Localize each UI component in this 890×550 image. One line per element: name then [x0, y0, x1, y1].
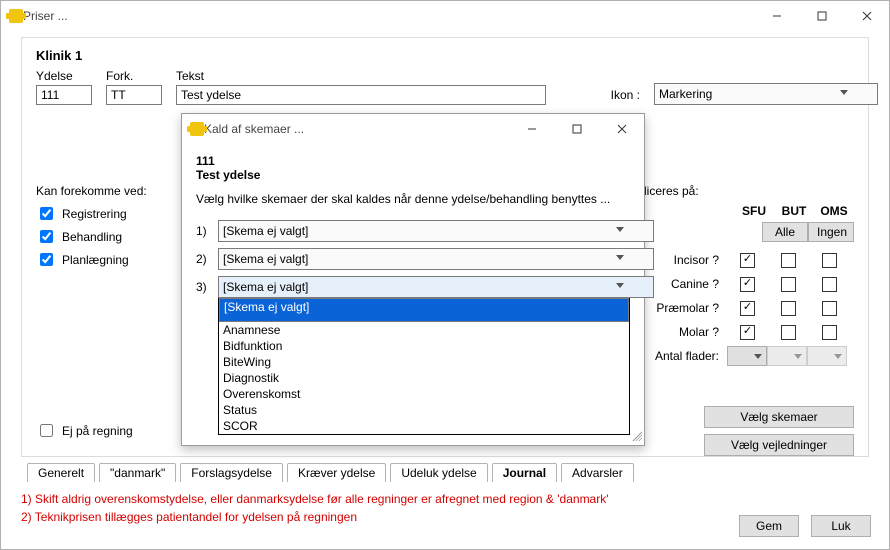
cb-praemolar-sfu[interactable]: [740, 301, 755, 316]
vaelg-skemaer-button[interactable]: Vælg skemaer: [704, 406, 854, 428]
opt-bidfunktion[interactable]: Bidfunktion: [219, 338, 629, 354]
row-incisor: Incisor ?: [644, 248, 854, 272]
main-window: Priser ... Klinik 1 Ydelse Fork. Tekst: [0, 0, 890, 550]
chk-behandling[interactable]: Behandling: [36, 227, 147, 246]
row-antal: Antal flader:: [644, 344, 854, 368]
gem-button[interactable]: Gem: [739, 515, 799, 537]
tabs: Generelt "danmark" Forslagsydelse Kræver…: [21, 463, 869, 482]
clinic-title: Klinik 1: [36, 48, 854, 63]
maximize-button[interactable]: [799, 1, 844, 31]
row-molar: Molar ?: [644, 320, 854, 344]
tekst-input[interactable]: [176, 85, 546, 105]
modal-minimize-button[interactable]: [509, 114, 554, 144]
col-sfu: SFU: [734, 204, 774, 218]
skema-select-2[interactable]: [218, 248, 654, 270]
cb-molar-sfu[interactable]: [740, 325, 755, 340]
close-button[interactable]: [844, 1, 889, 31]
note-1: 1) Skift aldrig overenskomstydelse, elle…: [21, 490, 869, 508]
chk-planlaegning[interactable]: Planlægning: [36, 250, 147, 269]
chk-registrering[interactable]: Registrering: [36, 204, 147, 223]
cb-incisor-but[interactable]: [781, 253, 796, 268]
antal-oms: [807, 346, 847, 366]
modal-close-button[interactable]: [599, 114, 644, 144]
row2-label: 2): [196, 252, 210, 266]
chk-ej-regning[interactable]: Ej på regning: [36, 421, 133, 440]
cb-molar-but[interactable]: [781, 325, 796, 340]
ikon-select[interactable]: [654, 83, 878, 105]
tekst-label: Tekst: [176, 69, 546, 83]
tab-journal[interactable]: Journal: [492, 463, 557, 482]
btn-alle[interactable]: Alle: [762, 222, 808, 242]
opt-scor[interactable]: SCOR: [219, 418, 629, 434]
cb-canine-sfu[interactable]: [740, 277, 755, 292]
modal-title: Kald af skemaer ...: [204, 122, 304, 136]
ikon-label: Ikon :: [611, 88, 640, 105]
ydelse-input[interactable]: [36, 85, 92, 105]
tab-forslag[interactable]: Forslagsydelse: [180, 463, 283, 482]
opt-anamnese[interactable]: Anamnese: [219, 322, 629, 338]
ydelse-label: Ydelse: [36, 69, 92, 83]
modal-desc: Vælg hvilke skemaer der skal kaldes når …: [196, 192, 630, 206]
col-but: BUT: [774, 204, 814, 218]
cb-canine-but[interactable]: [781, 277, 796, 292]
cb-incisor-oms[interactable]: [822, 253, 837, 268]
forekom-label: Kan forekomme ved:: [36, 184, 147, 198]
tab-kraever[interactable]: Kræver ydelse: [287, 463, 386, 482]
fork-input[interactable]: [106, 85, 162, 105]
fork-label: Fork.: [106, 69, 162, 83]
opt-bitewing[interactable]: BiteWing: [219, 354, 629, 370]
antal-sfu[interactable]: [727, 346, 767, 366]
titlebar: Priser ...: [1, 1, 889, 31]
tab-generelt[interactable]: Generelt: [27, 463, 95, 482]
modal-kald-skemaer: Kald af skemaer ... 111 Test ydelse Vælg…: [181, 113, 645, 446]
modal-app-icon: [190, 122, 204, 136]
row-praemolar: Præmolar ?: [644, 296, 854, 320]
row3-label: 3): [196, 280, 210, 294]
cb-incisor-sfu[interactable]: [740, 253, 755, 268]
cb-canine-oms[interactable]: [822, 277, 837, 292]
window-title: Priser ...: [23, 9, 68, 23]
cb-molar-oms[interactable]: [822, 325, 837, 340]
minimize-button[interactable]: [754, 1, 799, 31]
skema-dropdown[interactable]: [Skema ej valgt] Anamnese Bidfunktion Bi…: [218, 298, 630, 435]
app-icon: [9, 9, 23, 23]
luk-button[interactable]: Luk: [811, 515, 871, 537]
skema-select-1[interactable]: [218, 220, 654, 242]
tab-udeluk[interactable]: Udeluk ydelse: [390, 463, 487, 482]
cb-praemolar-but[interactable]: [781, 301, 796, 316]
modal-service: Test ydelse: [196, 168, 630, 182]
row-canine: Canine ?: [644, 272, 854, 296]
resize-grip-icon[interactable]: [630, 429, 642, 441]
tab-danmark[interactable]: "danmark": [99, 463, 176, 482]
opt-diagnostik[interactable]: Diagnostik: [219, 370, 629, 386]
row1-label: 1): [196, 224, 210, 238]
btn-ingen[interactable]: Ingen: [808, 222, 854, 242]
vaelg-vejl-button[interactable]: Vælg vejledninger: [704, 434, 854, 456]
opt-status[interactable]: Status: [219, 402, 629, 418]
appl-label: liceres på:: [644, 184, 854, 198]
antal-but: [767, 346, 807, 366]
modal-maximize-button[interactable]: [554, 114, 599, 144]
modal-code: 111: [196, 154, 630, 168]
col-oms: OMS: [814, 204, 854, 218]
cb-praemolar-oms[interactable]: [822, 301, 837, 316]
skema-select-3[interactable]: [218, 276, 654, 298]
opt-overenskomst[interactable]: Overenskomst: [219, 386, 629, 402]
opt-ejvalgt[interactable]: [Skema ej valgt]: [219, 298, 629, 322]
tab-advarsler[interactable]: Advarsler: [561, 463, 634, 482]
